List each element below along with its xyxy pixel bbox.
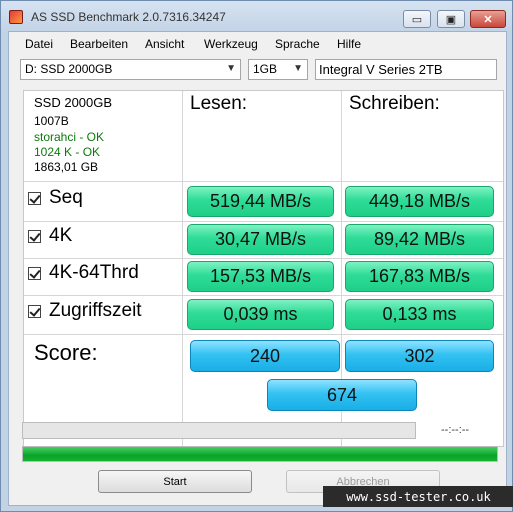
divider — [24, 295, 503, 296]
elapsed-time: --:--:-- — [441, 424, 470, 436]
4k-read-result: 30,47 MB/s — [187, 224, 334, 255]
read-column-header: Lesen: — [190, 93, 248, 114]
drive-capacity: 1863,01 GB — [34, 160, 99, 174]
write-score: 302 — [345, 340, 494, 372]
menu-ansicht[interactable]: Ansicht — [145, 37, 184, 51]
read-score: 240 — [190, 340, 340, 372]
checkbox-4k-64thrd[interactable] — [28, 266, 41, 280]
watermark: www.ssd-tester.co.uk — [323, 486, 513, 507]
total-progress-bar — [22, 446, 498, 462]
drive-name-field[interactable]: Integral V Series 2TB — [315, 59, 497, 80]
total-score: 674 — [267, 379, 417, 411]
title-bar[interactable]: AS SSD Benchmark 2.0.7316.34247 ▭ ▣ ✕ — [1, 1, 512, 31]
row-access-time[interactable]: Zugriffszeit — [28, 300, 142, 322]
drive-select[interactable]: D: SSD 2000GB ▼ — [20, 59, 241, 80]
4k-64thrd-write-result: 167,83 MB/s — [345, 261, 494, 292]
row-label-access-time: Zugriffszeit — [49, 300, 142, 321]
divider — [24, 221, 503, 222]
driver-status: storahci - OK — [34, 130, 105, 144]
results-grid: SSD 2000GB 1007B storahci - OK 1024 K - … — [23, 90, 504, 447]
size-select[interactable]: 1GB ▼ — [248, 59, 308, 80]
row-4k-64thrd[interactable]: 4K-64Thrd — [28, 262, 139, 284]
score-label: Score: — [34, 340, 98, 365]
access-time-write-result: 0,133 ms — [345, 299, 494, 330]
divider — [182, 91, 183, 446]
checkbox-seq[interactable] — [28, 191, 41, 205]
chevron-down-icon: ▼ — [226, 63, 236, 74]
app-icon — [9, 10, 23, 24]
row-label-seq: Seq — [49, 187, 83, 208]
menu-werkzeug[interactable]: Werkzeug — [204, 37, 258, 51]
row-label-4k-64thrd: 4K-64Thrd — [49, 262, 139, 283]
menu-bar: Datei Bearbeiten Ansicht Werkzeug Sprach… — [9, 35, 506, 55]
write-column-header: Schreiben: — [349, 93, 440, 114]
drive-firmware: 1007B — [34, 114, 69, 128]
4k-write-result: 89,42 MB/s — [345, 224, 494, 255]
row-label-4k: 4K — [49, 225, 73, 246]
menu-bearbeiten[interactable]: Bearbeiten — [70, 37, 128, 51]
maximize-button[interactable]: ▣ — [437, 10, 465, 28]
menu-datei[interactable]: Datei — [25, 37, 53, 51]
drive-model: SSD 2000GB — [34, 95, 113, 110]
minimize-button[interactable]: ▭ — [403, 10, 431, 28]
checkbox-4k[interactable] — [28, 229, 41, 243]
test-progress-bar — [22, 422, 416, 439]
divider — [24, 258, 503, 259]
client-area: Datei Bearbeiten Ansicht Werkzeug Sprach… — [8, 31, 507, 506]
seq-write-result: 449,18 MB/s — [345, 186, 494, 217]
window-title: AS SSD Benchmark 2.0.7316.34247 — [31, 10, 226, 24]
seq-read-result: 519,44 MB/s — [187, 186, 334, 217]
menu-hilfe[interactable]: Hilfe — [337, 37, 361, 51]
drive-select-value: D: SSD 2000GB — [25, 62, 113, 76]
start-button[interactable]: Start — [98, 470, 252, 493]
access-time-read-result: 0,039 ms — [187, 299, 334, 330]
app-window: AS SSD Benchmark 2.0.7316.34247 ▭ ▣ ✕ Da… — [0, 0, 513, 512]
row-seq[interactable]: Seq — [28, 187, 83, 209]
4k-64thrd-read-result: 157,53 MB/s — [187, 261, 334, 292]
divider — [24, 334, 503, 335]
chevron-down-icon: ▼ — [293, 63, 303, 74]
total-progress-fill — [23, 447, 497, 461]
menu-sprache[interactable]: Sprache — [275, 37, 320, 51]
alignment-status: 1024 K - OK — [34, 145, 101, 159]
close-button[interactable]: ✕ — [470, 10, 506, 28]
size-select-value: 1GB — [253, 62, 278, 76]
row-4k[interactable]: 4K — [28, 225, 72, 247]
checkbox-access-time[interactable] — [28, 304, 41, 318]
divider — [24, 181, 503, 182]
